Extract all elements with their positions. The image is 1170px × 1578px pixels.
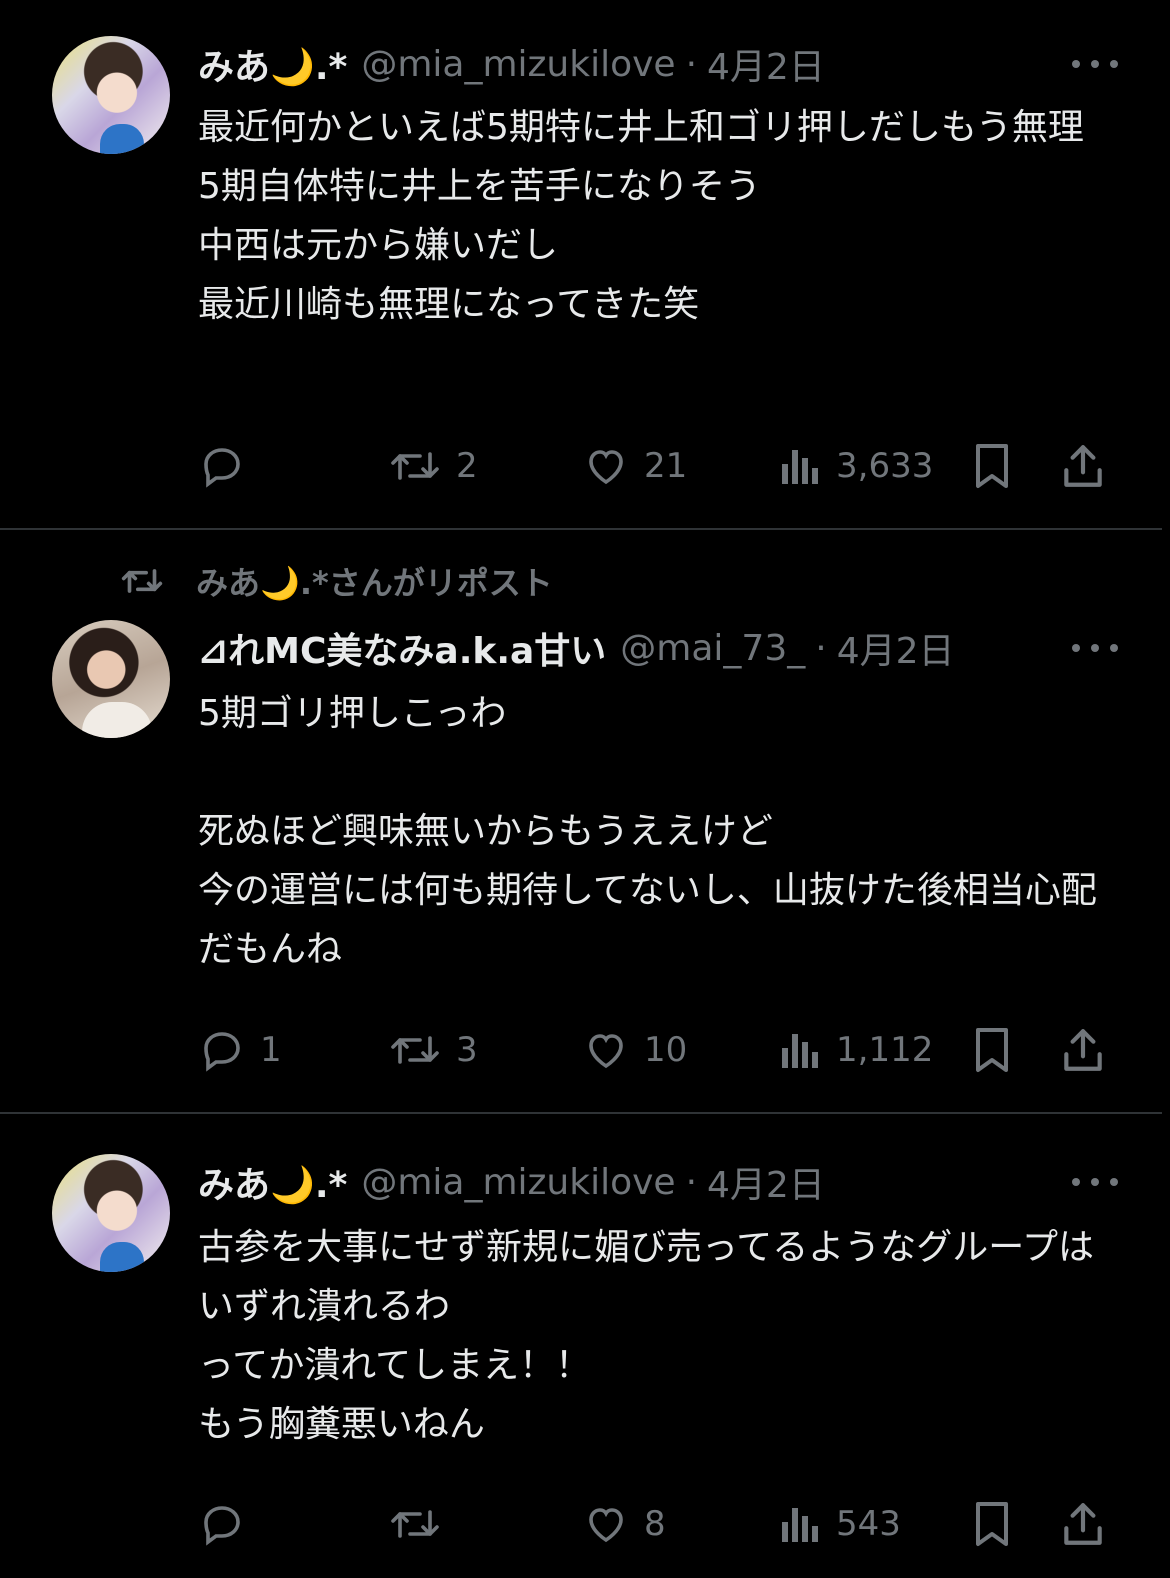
like-count: 10: [644, 1030, 688, 1070]
views-button[interactable]: 1,112: [778, 1020, 933, 1080]
bookmark-icon: [976, 1502, 1008, 1546]
bookmark-icon: [976, 444, 1008, 488]
post-date[interactable]: 4月2日: [707, 1158, 825, 1206]
speech-bubble-icon: [204, 1506, 240, 1546]
divider: [0, 1112, 1162, 1114]
user-handle[interactable]: @mia_mizukilove: [361, 1162, 675, 1203]
share-upload-icon: [1064, 1029, 1102, 1071]
tweet-text: 5期ゴリ押しこっわ 死ぬほど興味無いからもうええけど 今の運営には何も期待してな…: [198, 693, 1097, 970]
like-button[interactable]: 10: [582, 1020, 687, 1080]
view-count: 1,112: [836, 1030, 934, 1070]
speech-bubble-icon: [204, 448, 240, 488]
bookmark-button[interactable]: [968, 436, 1016, 496]
post-date[interactable]: 4月2日: [707, 40, 825, 88]
more-dots-icon[interactable]: [1072, 624, 1118, 672]
like-count: 8: [644, 1504, 666, 1544]
reply-count: 1: [260, 1030, 282, 1070]
user-handle[interactable]: @mai_73_: [620, 628, 805, 669]
repost-count: 2: [456, 446, 478, 486]
post-date[interactable]: 4月2日: [837, 624, 955, 672]
separator-dot: ·: [685, 1161, 698, 1203]
like-count: 21: [644, 446, 688, 486]
repost-button[interactable]: [388, 1494, 456, 1554]
repost-arrows-icon: [391, 1510, 439, 1538]
repost-button[interactable]: 3: [388, 1020, 478, 1080]
heart-icon: [589, 1508, 623, 1543]
repost-label: みあ🌙.*さんがリポスト: [196, 564, 553, 602]
bookmark-button[interactable]: [968, 1020, 1016, 1080]
tweet-header: みあ🌙.* @mia_mizukilove · 4月2日: [198, 1158, 1050, 1207]
bookmark-icon: [976, 1028, 1008, 1072]
repost-count: 3: [456, 1030, 478, 1070]
separator-dot: ·: [685, 43, 698, 85]
display-name[interactable]: みあ🌙.*: [198, 40, 347, 88]
bar-chart-icon: [782, 450, 818, 484]
share-button[interactable]: [1058, 436, 1108, 496]
like-button[interactable]: 8: [582, 1494, 666, 1554]
tweet-header: みあ🌙.* @mia_mizukilove · 4月2日: [198, 40, 1050, 89]
separator-dot: ·: [815, 627, 827, 669]
reply-button[interactable]: [198, 436, 260, 496]
tweet-text: 最近何かといえば5期特に井上和ゴリ押しだしもう無理 5期自体特に井上を苦手になり…: [198, 107, 1084, 325]
share-upload-icon: [1064, 445, 1102, 487]
action-bar: 1 3 10 1,112: [0, 1020, 1170, 1080]
tweet-text: 古参を大事にせず新規に媚び売ってるようなグループはいずれ潰れるわ ってか潰れてし…: [198, 1227, 1095, 1445]
repost-button[interactable]: 2: [388, 436, 478, 496]
action-bar: 8 543: [0, 1494, 1170, 1554]
speech-bubble-icon: [204, 1032, 240, 1072]
share-button[interactable]: [1058, 1020, 1108, 1080]
view-count: 543: [836, 1504, 901, 1544]
like-button[interactable]: 21: [582, 436, 687, 496]
repost-arrows-icon: [121, 569, 163, 593]
repost-arrows-icon: [391, 452, 439, 480]
bookmark-button[interactable]: [968, 1494, 1016, 1554]
repost-context[interactable]: みあ🌙.*さんがリポスト: [118, 556, 553, 606]
reply-button[interactable]: 1: [198, 1020, 282, 1080]
display-name[interactable]: みあ🌙.*: [198, 1158, 347, 1206]
display-name[interactable]: ⊿れMC美なみa.k.a甘い: [198, 624, 606, 672]
heart-icon: [589, 1034, 623, 1069]
repost-arrows-icon: [391, 1036, 439, 1064]
views-button[interactable]: 543: [778, 1494, 901, 1554]
avatar[interactable]: [52, 36, 170, 154]
avatar[interactable]: [52, 620, 170, 738]
share-upload-icon: [1064, 1503, 1102, 1545]
more-dots-icon[interactable]: [1072, 40, 1118, 88]
avatar[interactable]: [52, 1154, 170, 1272]
user-handle[interactable]: @mia_mizukilove: [361, 44, 675, 85]
more-dots-icon[interactable]: [1072, 1158, 1118, 1206]
share-button[interactable]: [1058, 1494, 1108, 1554]
reply-button[interactable]: [198, 1494, 260, 1554]
views-button[interactable]: 3,633: [778, 436, 933, 496]
bar-chart-icon: [782, 1508, 818, 1542]
action-bar: 2 21 3,633: [0, 436, 1170, 496]
bar-chart-icon: [782, 1034, 818, 1068]
tweet-header: ⊿れMC美なみa.k.a甘い @mai_73_ · 4月2日: [198, 624, 1030, 673]
divider: [0, 528, 1162, 530]
view-count: 3,633: [836, 446, 934, 486]
heart-icon: [589, 450, 623, 485]
